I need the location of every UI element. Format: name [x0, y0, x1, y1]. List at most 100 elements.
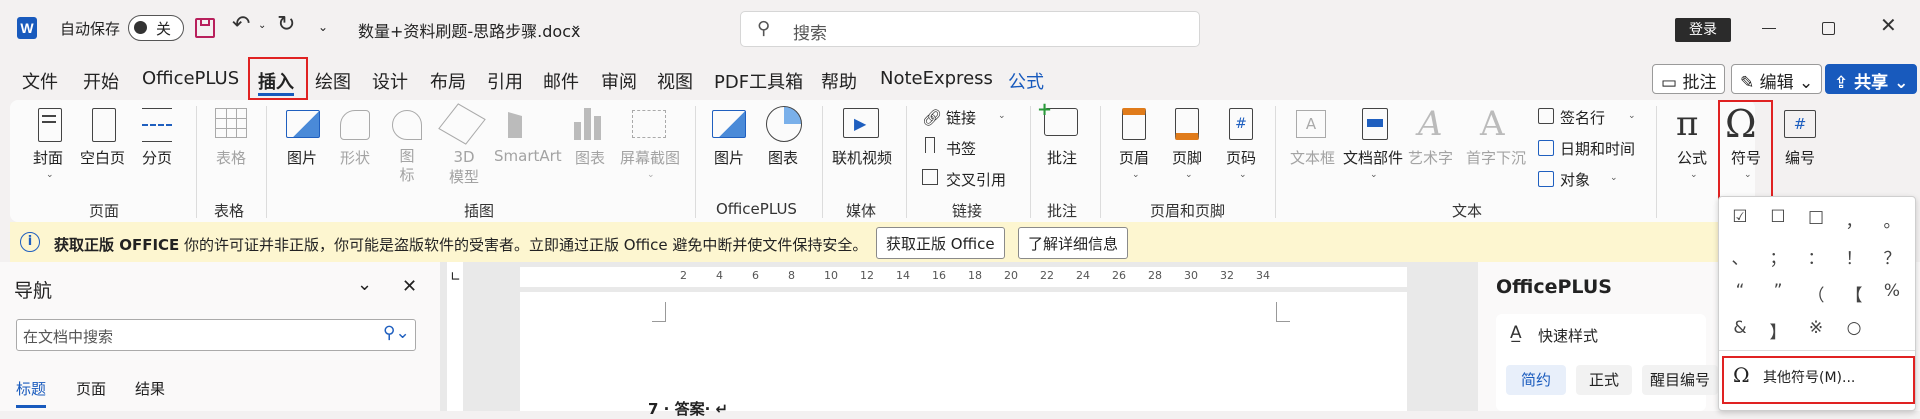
document-page[interactable]: 7 · 答案· ↵ — [520, 292, 1407, 418]
style-numbered-button[interactable]: 醒目编号 — [1642, 365, 1718, 395]
symbol-cell[interactable]: 【 — [1835, 281, 1873, 306]
nav-close-icon[interactable]: ✕ — [402, 276, 417, 297]
share-button[interactable]: ⇪ 共享 ⌄ — [1825, 64, 1918, 94]
nav-title: 导航 — [14, 280, 53, 302]
tab-view[interactable]: 视图 — [657, 68, 693, 94]
symbol-cell[interactable]: ○ — [1835, 318, 1873, 338]
tab-design[interactable]: 设计 — [372, 68, 408, 94]
comments-button[interactable]: ▭ 批注 — [1652, 64, 1726, 94]
tab-review[interactable]: 审阅 — [601, 68, 637, 94]
tab-pdf-tools[interactable]: PDF工具箱 — [714, 68, 803, 94]
symbol-cell[interactable]: ” — [1759, 281, 1797, 301]
screenshot-button[interactable]: 屏幕截图 — [620, 147, 680, 168]
symbol-cell[interactable]: ， — [1835, 207, 1873, 232]
smartart-button[interactable]: SmartArt — [494, 147, 562, 165]
icons-button[interactable]: 图标 — [399, 147, 415, 185]
style-simple-button[interactable]: 简约 — [1506, 365, 1566, 395]
online-video-button[interactable]: 联机视频 — [832, 147, 892, 168]
footer-button[interactable]: 页脚 — [1172, 147, 1202, 168]
filename-chevron-icon[interactable]: ⌄ — [570, 17, 582, 33]
nav-tab-results[interactable]: 结果 — [135, 378, 165, 399]
nav-search-input[interactable]: 在文档中搜索 ⚲⌄ — [16, 319, 416, 351]
tab-file[interactable]: 文件 — [22, 68, 58, 94]
tab-layout[interactable]: 布局 — [430, 68, 466, 94]
tab-draw[interactable]: 绘图 — [315, 68, 351, 94]
new-comment-button[interactable]: 批注 — [1047, 147, 1077, 168]
redo-icon[interactable]: ↻ — [277, 12, 295, 37]
cover-page-button[interactable]: 封面 — [33, 147, 63, 168]
icons-icon — [392, 110, 422, 140]
restore-icon[interactable] — [1822, 22, 1835, 35]
wordart-button[interactable]: 艺术字 — [1408, 147, 1453, 168]
symbol-cell[interactable]: ☐ — [1759, 207, 1797, 227]
shapes-button[interactable]: 形状 — [340, 147, 370, 168]
op-pictures-button[interactable]: 图片 — [714, 147, 744, 168]
textbox-button[interactable]: 文本框 — [1290, 147, 1335, 168]
pictures-button[interactable]: 图片 — [287, 147, 317, 168]
nav-tab-pages[interactable]: 页面 — [76, 378, 106, 399]
symbol-cell[interactable]: 、 — [1721, 244, 1759, 269]
customize-qat-icon[interactable]: ⌄ — [318, 20, 328, 34]
numbering-button[interactable]: 编号 — [1785, 147, 1815, 168]
login-button[interactable]: 登录 — [1675, 18, 1731, 42]
date-time-button[interactable]: 日期和时间 — [1560, 138, 1635, 159]
shapes-icon — [340, 110, 370, 140]
symbol-cell[interactable]: % — [1873, 281, 1911, 301]
document-text-line[interactable]: 7 · 答案· ↵ — [648, 398, 728, 419]
symbol-cell[interactable]: ？ — [1873, 244, 1911, 269]
op-chart-button[interactable]: 图表 — [768, 147, 798, 168]
blank-page-button[interactable]: 空白页 — [80, 147, 125, 168]
symbol-cell[interactable]: ； — [1759, 244, 1797, 269]
symbol-cell[interactable]: 。 — [1873, 207, 1911, 232]
tab-equation[interactable]: 公式 — [1008, 68, 1044, 94]
nav-options-chevron-icon[interactable]: ⌄ — [357, 274, 372, 295]
symbol-cell[interactable]: ： — [1797, 244, 1835, 269]
tab-references[interactable]: 引用 — [487, 68, 523, 94]
symbol-cell[interactable]: （ — [1797, 281, 1835, 306]
page-number-button[interactable]: 页码 — [1226, 147, 1256, 168]
learn-more-button[interactable]: 了解详细信息 — [1018, 227, 1129, 259]
pencil-icon: ✎ — [1740, 73, 1755, 93]
nav-tab-headings[interactable]: 标题 — [16, 378, 46, 399]
close-window-icon[interactable]: ✕ — [1880, 13, 1897, 37]
page-break-button[interactable]: 分页 — [142, 147, 172, 168]
dropcap-button[interactable]: 首字下沉 — [1466, 147, 1526, 168]
symbol-cell[interactable]: 】 — [1759, 318, 1797, 343]
bookmark-button[interactable]: 书签 — [946, 138, 976, 159]
symbol-cell[interactable]: ※ — [1797, 318, 1835, 338]
symbol-cell[interactable]: & — [1721, 318, 1759, 338]
ruler-tick-label: 20 — [1004, 269, 1018, 282]
table-button[interactable]: 表格 — [216, 147, 246, 168]
get-genuine-button[interactable]: 获取正版 Office — [876, 227, 1005, 259]
link-button[interactable]: 链接 — [946, 107, 976, 128]
nav-search-icon[interactable]: ⚲⌄ — [383, 323, 410, 343]
quick-parts-button[interactable]: 文档部件 — [1343, 147, 1403, 168]
3d-models-button[interactable]: 3D 模型 — [444, 147, 484, 187]
tab-officeplus[interactable]: OfficePLUS — [142, 68, 239, 89]
undo-dropdown-icon[interactable]: ⌄ — [258, 20, 266, 31]
save-icon[interactable] — [195, 18, 215, 38]
cross-reference-button[interactable]: 交叉引用 — [946, 169, 1006, 190]
tab-home[interactable]: 开始 — [83, 68, 119, 94]
symbol-cell[interactable]: ☑ — [1721, 207, 1759, 227]
object-button[interactable]: 对象 — [1560, 169, 1590, 190]
header-button[interactable]: 页眉 — [1119, 147, 1149, 168]
tab-stop-selector-icon[interactable]: ∟ — [450, 270, 461, 285]
symbol-cell[interactable]: “ — [1721, 281, 1759, 301]
signature-line-button[interactable]: 签名行 — [1560, 107, 1605, 128]
symbol-cell[interactable]: ！ — [1835, 244, 1873, 269]
equation-button[interactable]: 公式 — [1677, 147, 1707, 168]
chart-button[interactable]: 图表 — [575, 147, 605, 168]
autosave-toggle[interactable]: 关 — [128, 15, 184, 41]
tab-noteexpress[interactable]: NoteExpress — [880, 68, 993, 89]
editing-mode-button[interactable]: ✎ 编辑 ⌄ — [1731, 64, 1823, 94]
smartart-icon — [508, 112, 544, 138]
search-box[interactable]: ⚲ 搜索 — [740, 11, 1200, 47]
minimize-icon[interactable] — [1762, 28, 1776, 29]
symbol-cell[interactable]: □ — [1797, 207, 1835, 227]
tab-help[interactable]: 帮助 — [821, 68, 857, 94]
undo-icon[interactable]: ↶ — [232, 12, 250, 37]
tab-mailings[interactable]: 邮件 — [543, 68, 579, 94]
style-formal-button[interactable]: 正式 — [1576, 365, 1632, 395]
document-filename[interactable]: 数量+资料刷题-思路步骤.docx — [358, 18, 580, 42]
